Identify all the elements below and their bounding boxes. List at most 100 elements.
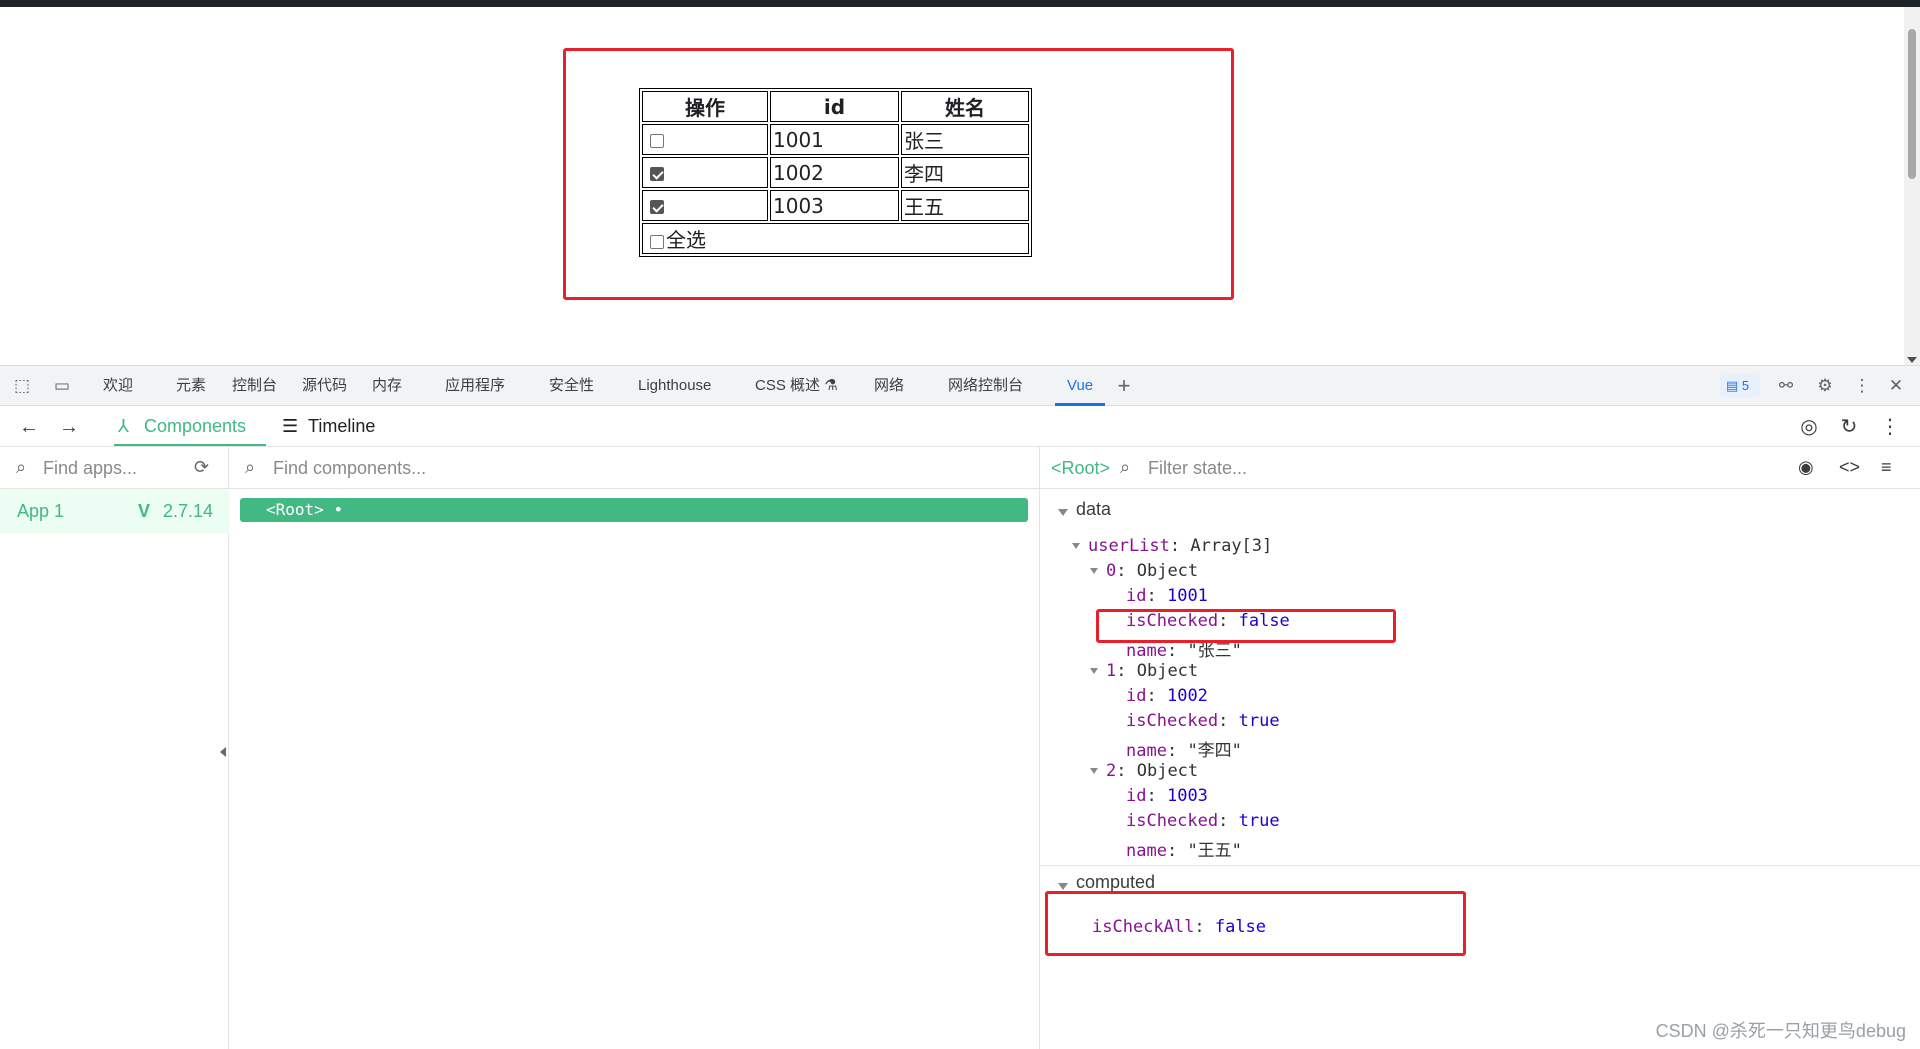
select-component-icon[interactable]: ◎	[1798, 416, 1820, 438]
row-checkbox[interactable]	[650, 200, 664, 214]
device-toolbar-icon[interactable]: ▭	[52, 377, 72, 395]
table-header-row: 操作 id 姓名	[642, 91, 1029, 122]
state-row-index[interactable]: 0: Object	[1090, 561, 1198, 581]
tab-css-overview-label: CSS 概述	[755, 377, 821, 394]
root-component-node[interactable]: <Root> •	[240, 498, 1028, 522]
components-tree-icon: ⅄	[118, 416, 129, 436]
row-checkbox-cell	[642, 124, 768, 155]
state-row-id: id: 1002	[1126, 686, 1208, 706]
state-row-name: name: "王五"	[1126, 841, 1242, 861]
computed-collapse-icon[interactable]	[1058, 883, 1068, 890]
computed-section-title: computed	[1076, 872, 1156, 892]
components-pane: ⌕ Find components... <Root> •	[229, 447, 1040, 1049]
select-all-checkbox[interactable]	[650, 234, 664, 249]
table-row: 1002 李四	[642, 157, 1029, 188]
vue-toolbar: ← → ⅄ Components ☰ Timeline ◎ ↻ ⋮	[0, 406, 1920, 447]
object-type: Object	[1136, 661, 1199, 681]
eye-icon[interactable]: ◉	[1798, 457, 1814, 478]
state-root-label: <Root>	[1051, 458, 1111, 478]
row-checkbox[interactable]	[650, 134, 664, 148]
issues-badge[interactable]: ▤ 5	[1720, 375, 1760, 397]
vue-logo-icon: V	[138, 501, 151, 521]
row-checkbox-cell	[642, 190, 768, 221]
name-value: "李四"	[1187, 741, 1242, 761]
tab-components[interactable]: ⅄ Components	[114, 406, 266, 446]
page-scrollbar[interactable]	[1904, 7, 1920, 365]
scroll-down-arrow-icon[interactable]	[1907, 357, 1917, 363]
tab-vue[interactable]: Vue	[1055, 366, 1106, 406]
components-search: ⌕ Find components...	[229, 447, 1039, 489]
sync-icon[interactable]: ⟳	[194, 457, 209, 478]
scroll-thumb[interactable]	[1908, 29, 1916, 179]
data-collapse-icon[interactable]	[1058, 509, 1068, 516]
root-node-label: <Root>	[266, 500, 324, 519]
user-table: 操作 id 姓名 1001 张三 1002 李四 1003 王五 全选	[639, 88, 1032, 257]
state-row-userlist[interactable]: userList: Array[3]	[1072, 536, 1272, 556]
header-name: 姓名	[901, 91, 1029, 122]
state-header: <Root> ⌕ Filter state... ◉ <> ≡	[1040, 447, 1920, 489]
name-value: "张三"	[1187, 641, 1242, 661]
state-pane: <Root> ⌕ Filter state... ◉ <> ≡ data use…	[1040, 447, 1920, 1049]
tab-memory[interactable]: 内存	[372, 366, 402, 406]
devtools-panel: ⬚ ▭ 欢迎 元素 控制台 源代码 内存 应用程序 安全性 Lighthouse…	[0, 365, 1920, 1049]
list-icon[interactable]: ≡	[1881, 457, 1892, 478]
collapse-pane-icon[interactable]	[220, 747, 226, 757]
app-name: App 1	[17, 501, 65, 521]
state-row-name: name: "李四"	[1126, 741, 1242, 761]
apps-search-input[interactable]: Find apps...	[43, 458, 137, 479]
row-id: 1003	[770, 190, 899, 221]
tab-elements[interactable]: 元素	[176, 366, 206, 406]
add-tab-icon[interactable]: +	[1114, 375, 1134, 397]
gear-icon[interactable]: ⚙	[1815, 377, 1835, 395]
index-key: 1	[1106, 661, 1117, 681]
vue-version: 2.7.14	[162, 501, 213, 521]
apps-pane: ⌕ Find apps... ⟳ App 1 V 2.7.14	[0, 447, 229, 1049]
tab-sources[interactable]: 源代码	[302, 366, 347, 406]
object-type: Object	[1136, 761, 1199, 781]
key-userList: userList	[1088, 536, 1170, 556]
state-row-ischecked: isChecked: true	[1126, 811, 1280, 831]
section-divider	[1040, 865, 1920, 866]
tab-console[interactable]: 控制台	[232, 366, 277, 406]
row-name: 李四	[901, 157, 1029, 188]
row-name: 张三	[901, 124, 1029, 155]
tab-network-console[interactable]: 网络控制台	[948, 366, 1023, 406]
id-value: 1003	[1166, 786, 1208, 806]
close-icon[interactable]: ✕	[1886, 377, 1906, 395]
table-row: 1001 张三	[642, 124, 1029, 155]
row-checkbox-cell	[642, 157, 768, 188]
search-icon: ⌕	[245, 457, 256, 477]
tab-lighthouse[interactable]: Lighthouse	[638, 366, 711, 406]
code-icon[interactable]: <>	[1839, 457, 1860, 478]
refresh-icon[interactable]: ↻	[1838, 416, 1860, 438]
tab-network[interactable]: 网络	[874, 366, 904, 406]
state-filter-input[interactable]: Filter state...	[1148, 458, 1247, 479]
forward-arrow-icon[interactable]: →	[58, 416, 80, 438]
inspect-element-icon[interactable]: ⬚	[12, 377, 32, 395]
tab-css-overview[interactable]: CSS 概述 ⚗	[755, 366, 838, 406]
expand-icon	[1090, 768, 1098, 774]
index-key: 2	[1106, 761, 1117, 781]
tab-timeline[interactable]: ☰ Timeline	[278, 406, 375, 446]
tab-application[interactable]: 应用程序	[445, 366, 505, 406]
ischecked-value: true	[1238, 811, 1280, 831]
tab-security[interactable]: 安全性	[549, 366, 594, 406]
components-search-input[interactable]: Find components...	[273, 458, 426, 479]
app-list-item[interactable]: App 1 V 2.7.14	[0, 489, 229, 533]
tab-welcome[interactable]: 欢迎	[103, 366, 133, 406]
row-checkbox[interactable]	[650, 167, 664, 181]
more-menu-icon[interactable]: ⋮	[1852, 377, 1872, 395]
flask-icon: ⚗	[824, 377, 838, 394]
search-icon: ⌕	[1120, 457, 1131, 477]
state-row-index[interactable]: 1: Object	[1090, 661, 1198, 681]
vue-more-icon[interactable]: ⋮	[1879, 416, 1901, 438]
ischecked-highlight-box	[1096, 609, 1396, 643]
state-row-ischecked: isChecked: true	[1126, 711, 1280, 731]
state-row-id: id: 1003	[1126, 786, 1208, 806]
connection-icon[interactable]: ⚯	[1776, 377, 1796, 395]
back-arrow-icon[interactable]: ←	[18, 416, 40, 438]
watermark: CSDN @杀死一只知更鸟debug	[1655, 1021, 1906, 1041]
ischecked-value: true	[1238, 711, 1280, 731]
state-row-index[interactable]: 2: Object	[1090, 761, 1198, 781]
search-icon: ⌕	[16, 457, 27, 477]
